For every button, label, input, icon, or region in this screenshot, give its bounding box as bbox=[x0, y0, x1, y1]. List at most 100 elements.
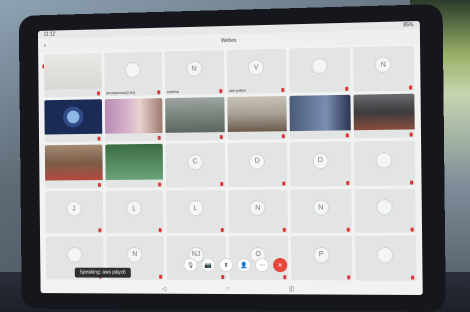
muted-mic-icon bbox=[219, 181, 223, 186]
participant-avatar bbox=[375, 151, 393, 169]
participant-avatar: D bbox=[249, 153, 266, 170]
muted-mic-icon bbox=[157, 136, 161, 141]
muted-mic-icon bbox=[344, 86, 348, 91]
participant-tile[interactable] bbox=[104, 97, 163, 142]
muted-mic-icon bbox=[97, 182, 101, 187]
muted-mic-icon bbox=[157, 89, 161, 94]
muted-mic-icon bbox=[220, 274, 224, 279]
participant-tile[interactable] bbox=[165, 96, 225, 141]
participant-tile[interactable] bbox=[44, 98, 102, 143]
muted-mic-icon bbox=[218, 88, 222, 93]
participant-tile[interactable]: P bbox=[290, 236, 352, 281]
participant-tile[interactable] bbox=[226, 95, 287, 141]
participant-tile[interactable] bbox=[354, 236, 417, 281]
muted-mic-icon bbox=[282, 228, 286, 233]
participant-avatar: N bbox=[126, 246, 143, 263]
end-call-icon[interactable]: ✕ bbox=[273, 258, 288, 273]
muted-mic-icon bbox=[97, 228, 101, 233]
participant-tile[interactable] bbox=[288, 47, 350, 93]
participant-tile[interactable] bbox=[43, 52, 102, 97]
participant-tile[interactable]: Vnim pdkm bbox=[226, 48, 287, 94]
muted-mic-icon bbox=[409, 85, 413, 90]
muted-mic-icon bbox=[410, 227, 414, 233]
muted-mic-icon bbox=[345, 180, 349, 185]
participant-tile[interactable]: L bbox=[166, 189, 226, 234]
participant-tile[interactable]: N bbox=[352, 45, 415, 92]
android-navbar: ◁ ○ ||| bbox=[40, 283, 423, 296]
participant-grid: anonymous(Lhc) Nnatcha Vnim pdkm N C D D J L L N N N… bbox=[43, 45, 417, 281]
participant-avatar bbox=[66, 246, 83, 263]
participant-video bbox=[226, 95, 287, 133]
participant-tile[interactable]: anonymous(Lhc) bbox=[103, 51, 163, 96]
participant-avatar bbox=[376, 246, 394, 263]
participant-video bbox=[352, 93, 415, 131]
participant-avatar: V bbox=[248, 59, 265, 76]
participant-avatar: C bbox=[187, 153, 204, 170]
participant-video bbox=[44, 98, 102, 135]
participant-avatar: L bbox=[187, 200, 204, 217]
participant-video bbox=[43, 52, 102, 90]
participant-name: natcha bbox=[167, 88, 179, 94]
muted-mic-icon bbox=[158, 228, 162, 233]
participant-video bbox=[104, 143, 164, 180]
participant-avatar: P bbox=[313, 246, 330, 263]
participant-tile[interactable] bbox=[289, 94, 351, 140]
tablet-screen: 11:12 85% ‹ Webex anonymous(Lhc) Nnatcha V… bbox=[37, 20, 423, 296]
nav-home-icon[interactable]: ○ bbox=[225, 286, 229, 292]
muted-mic-icon bbox=[158, 182, 162, 187]
nav-back-icon[interactable]: ◁ bbox=[162, 285, 167, 292]
back-icon[interactable]: ‹ bbox=[44, 42, 52, 49]
mute-icon[interactable]: 🎙 bbox=[183, 257, 198, 272]
muted-mic-icon bbox=[159, 274, 163, 279]
participant-tile[interactable] bbox=[353, 188, 416, 234]
muted-mic-icon bbox=[410, 180, 414, 185]
participant-avatar: N bbox=[374, 56, 392, 74]
muted-mic-icon bbox=[346, 228, 350, 233]
meeting-toolbar: 🎙 📷 ⬆ 👤 ⋯ ✕ bbox=[183, 257, 288, 273]
share-icon[interactable]: ⬆ bbox=[219, 257, 234, 273]
participant-tile[interactable]: L bbox=[105, 190, 164, 234]
participant-name: nim pdkm bbox=[228, 87, 247, 93]
camera-icon[interactable]: 📷 bbox=[201, 257, 216, 272]
participant-tile[interactable] bbox=[44, 144, 103, 189]
participant-tile[interactable]: D bbox=[227, 142, 288, 187]
participant-avatar: N bbox=[249, 199, 266, 217]
photo-background: 11:12 85% ‹ Webex anonymous(Lhc) Nnatcha V… bbox=[0, 0, 470, 312]
muted-mic-icon bbox=[283, 275, 287, 280]
muted-mic-icon bbox=[411, 275, 415, 280]
participant-name: anonymous(Lhc) bbox=[106, 89, 136, 95]
participant-video bbox=[165, 96, 225, 134]
participant-avatar: N bbox=[186, 60, 203, 78]
participants-icon[interactable]: 👤 bbox=[236, 258, 252, 273]
muted-mic-icon bbox=[96, 90, 100, 95]
more-icon[interactable]: ⋯ bbox=[254, 258, 270, 273]
muted-mic-icon bbox=[281, 87, 285, 92]
participant-tile[interactable]: D bbox=[289, 141, 351, 187]
status-time: 11:12 bbox=[43, 31, 56, 38]
participant-avatar: D bbox=[312, 152, 329, 169]
participant-tile[interactable]: N bbox=[227, 189, 288, 234]
participant-video bbox=[104, 97, 163, 135]
participant-avatar: J bbox=[66, 200, 82, 217]
participant-tile[interactable] bbox=[352, 93, 415, 139]
participant-tile[interactable] bbox=[104, 143, 164, 188]
participant-avatar bbox=[376, 199, 394, 216]
speaking-indicator: Speaking: aws p&yc6 bbox=[74, 267, 131, 278]
participant-tile[interactable]: J bbox=[45, 190, 103, 234]
participant-tile[interactable] bbox=[353, 140, 416, 186]
muted-mic-icon bbox=[220, 228, 224, 233]
participant-avatar bbox=[125, 62, 141, 79]
muted-mic-icon bbox=[345, 133, 349, 138]
muted-mic-icon bbox=[409, 132, 413, 137]
muted-mic-icon bbox=[346, 275, 350, 280]
participant-tile[interactable]: N bbox=[290, 188, 352, 234]
participant-video bbox=[44, 144, 103, 181]
participant-tile[interactable]: C bbox=[165, 143, 225, 188]
participant-avatar: N bbox=[312, 199, 329, 216]
muted-mic-icon bbox=[282, 181, 286, 186]
nav-recents-icon[interactable]: ||| bbox=[289, 286, 294, 292]
participant-tile[interactable]: Nnatcha bbox=[164, 50, 224, 95]
status-right: 85% bbox=[403, 22, 414, 29]
participant-video bbox=[289, 94, 351, 132]
participant-avatar bbox=[311, 58, 328, 75]
